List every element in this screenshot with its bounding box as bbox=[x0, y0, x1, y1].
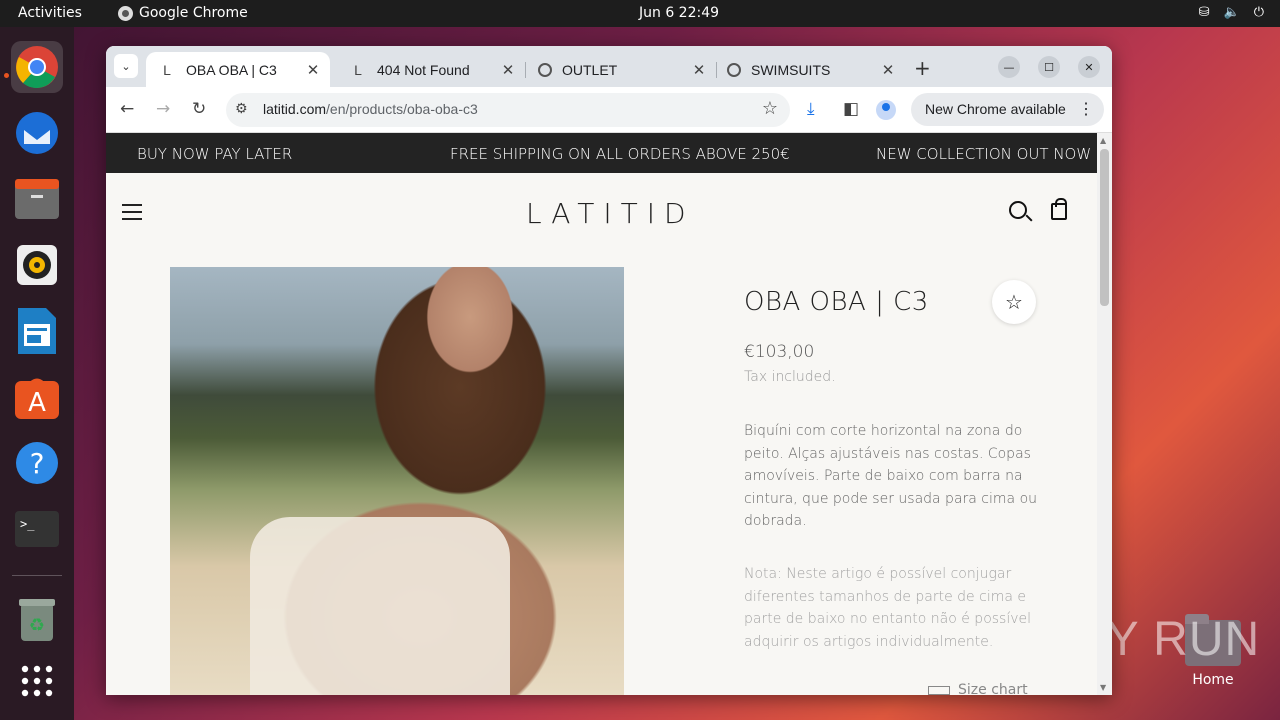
tab-label: OUTLET bbox=[562, 61, 618, 78]
close-window-button[interactable]: ✕ bbox=[1078, 56, 1100, 78]
trash-icon[interactable]: ♻ bbox=[11, 593, 63, 645]
tab-strip: ⌄ L OBA OBA | C3 ✕ L 404 Not Found ✕ OUT… bbox=[106, 46, 1112, 87]
forward-icon[interactable]: → bbox=[156, 99, 170, 119]
minimize-button[interactable]: — bbox=[998, 56, 1020, 78]
product-note: Nota: Neste artigo é possível conjugar d… bbox=[744, 566, 1032, 650]
tab-favicon-l: L bbox=[163, 61, 171, 78]
menu-icon[interactable] bbox=[122, 204, 142, 220]
menu-dots-icon[interactable]: ⋮ bbox=[1078, 99, 1094, 119]
announcement-bar: BUY NOW PAY LATER FREE SHIPPING ON ALL O… bbox=[106, 133, 1097, 173]
dock: A ? >_ ♻ bbox=[0, 27, 74, 720]
tab-active[interactable]: L OBA OBA | C3 ✕ bbox=[146, 52, 330, 87]
close-icon: ✕ bbox=[1084, 60, 1094, 74]
volume-icon: 🔈 bbox=[1223, 5, 1240, 20]
back-icon[interactable]: ← bbox=[120, 99, 134, 119]
chrome-update-button[interactable]: New Chrome available ⋮ bbox=[911, 93, 1104, 126]
svg-text:?: ? bbox=[30, 447, 45, 480]
dock-separator bbox=[12, 575, 62, 576]
tab-404[interactable]: L 404 Not Found ✕ bbox=[337, 52, 526, 87]
wishlist-button[interactable]: ☆ bbox=[992, 280, 1036, 324]
browser-toolbar: ← → ↻ ⚙ latitid.com/en/products/oba-oba-… bbox=[106, 87, 1112, 133]
url-path: /en/products/oba-oba-c3 bbox=[326, 101, 478, 117]
chrome-small-icon bbox=[118, 5, 133, 21]
minimize-icon: — bbox=[1003, 60, 1015, 74]
scrollbar-thumb[interactable] bbox=[1100, 149, 1109, 306]
app-menu[interactable]: Google Chrome bbox=[118, 5, 248, 21]
close-icon[interactable]: ✕ bbox=[688, 61, 710, 79]
tab-label: OBA OBA | C3 bbox=[186, 61, 277, 78]
new-tab-button[interactable]: + bbox=[914, 56, 931, 80]
url-text: latitid.com/en/products/oba-oba-c3 bbox=[263, 101, 478, 117]
ruler-icon bbox=[928, 685, 950, 695]
announcement-item[interactable]: NEW COLLECTION OUT NOW bbox=[876, 145, 1091, 163]
terminal-icon[interactable]: >_ bbox=[11, 503, 63, 555]
app-grid-icon[interactable] bbox=[11, 655, 63, 707]
product-image[interactable] bbox=[170, 267, 624, 695]
writer-icon[interactable] bbox=[11, 305, 63, 357]
close-icon[interactable]: ✕ bbox=[497, 61, 519, 79]
scroll-down-icon[interactable]: ▼ bbox=[1100, 683, 1106, 692]
running-indicator bbox=[4, 73, 9, 78]
tab-label: SWIMSUITS bbox=[751, 61, 831, 78]
system-tray[interactable]: ⛁ 🔈 ⏻ bbox=[1199, 5, 1264, 20]
site-header: LATITID bbox=[106, 173, 1097, 253]
tab-label: 404 Not Found bbox=[377, 61, 470, 78]
update-label: New Chrome available bbox=[925, 101, 1066, 117]
star-icon: ☆ bbox=[1005, 290, 1023, 314]
web-page: BUY NOW PAY LATER FREE SHIPPING ON ALL O… bbox=[106, 133, 1097, 695]
globe-icon bbox=[727, 62, 741, 77]
app-name: Google Chrome bbox=[139, 5, 248, 21]
product-description: Biquíni com corte horizontal na zona do … bbox=[744, 423, 1038, 529]
thunderbird-icon[interactable] bbox=[11, 107, 63, 159]
close-icon[interactable]: ✕ bbox=[877, 61, 899, 79]
cart-bag-icon[interactable] bbox=[1051, 198, 1067, 220]
download-icon[interactable]: ⤓ bbox=[807, 99, 815, 119]
site-logo[interactable]: LATITID bbox=[526, 197, 695, 230]
product-image-garment bbox=[250, 517, 510, 695]
bookmark-star-icon[interactable]: ☆ bbox=[762, 98, 778, 119]
globe-icon bbox=[538, 62, 552, 77]
help-icon[interactable]: ? bbox=[11, 437, 63, 489]
tab-swimsuits[interactable]: SWIMSUITS ✕ bbox=[715, 52, 905, 87]
svg-text:>_: >_ bbox=[20, 517, 35, 531]
product-price: €103,00 bbox=[744, 342, 815, 362]
svg-text:♻: ♻ bbox=[29, 615, 45, 636]
maximize-button[interactable]: ☐ bbox=[1038, 56, 1060, 78]
size-chart-label: Size chart bbox=[958, 682, 1028, 695]
network-icon: ⛁ bbox=[1198, 5, 1210, 20]
tab-search-button[interactable]: ⌄ bbox=[114, 54, 138, 78]
clock[interactable]: Jun 6 22:49 bbox=[639, 5, 719, 21]
tab-outlet[interactable]: OUTLET ✕ bbox=[526, 52, 717, 87]
svg-text:A: A bbox=[28, 388, 46, 418]
size-chart-link[interactable]: Size chart bbox=[928, 682, 1028, 695]
profile-avatar-icon[interactable] bbox=[876, 100, 896, 120]
app-center-icon[interactable]: A bbox=[11, 371, 63, 423]
activities-button[interactable]: Activities bbox=[18, 5, 82, 21]
files-icon[interactable] bbox=[11, 173, 63, 225]
search-icon[interactable] bbox=[1009, 201, 1027, 219]
address-bar[interactable]: ⚙ latitid.com/en/products/oba-oba-c3 ☆ bbox=[226, 93, 790, 127]
side-panel-icon[interactable]: ◧ bbox=[843, 99, 859, 119]
tax-note: Tax included. bbox=[744, 369, 836, 385]
close-icon[interactable]: ✕ bbox=[302, 61, 324, 79]
url-host: latitid.com bbox=[263, 101, 327, 117]
system-top-bar: Activities Google Chrome Jun 6 22:49 ⛁ 🔈… bbox=[0, 0, 1280, 27]
product-title: OBA OBA | C3 bbox=[744, 287, 929, 317]
site-info-icon[interactable]: ⚙ bbox=[235, 101, 248, 117]
chevron-down-icon: ⌄ bbox=[121, 59, 131, 73]
reload-icon[interactable]: ↻ bbox=[192, 99, 206, 119]
rhythmbox-icon[interactable] bbox=[11, 239, 63, 291]
announcement-item[interactable]: BUY NOW PAY LATER bbox=[137, 145, 292, 163]
power-icon: ⏻ bbox=[1253, 5, 1264, 20]
chrome-window: ⌄ L OBA OBA | C3 ✕ L 404 Not Found ✕ OUT… bbox=[106, 46, 1112, 695]
announcement-item[interactable]: FREE SHIPPING ON ALL ORDERS ABOVE 250€ bbox=[450, 145, 790, 163]
chrome-icon[interactable] bbox=[11, 41, 63, 93]
maximize-icon: ☐ bbox=[1044, 60, 1054, 74]
page-scrollbar[interactable]: ▲ ▼ bbox=[1097, 133, 1112, 695]
home-label: Home bbox=[1192, 672, 1234, 688]
tab-favicon-l: L bbox=[354, 61, 362, 78]
scroll-up-icon[interactable]: ▲ bbox=[1100, 136, 1106, 145]
